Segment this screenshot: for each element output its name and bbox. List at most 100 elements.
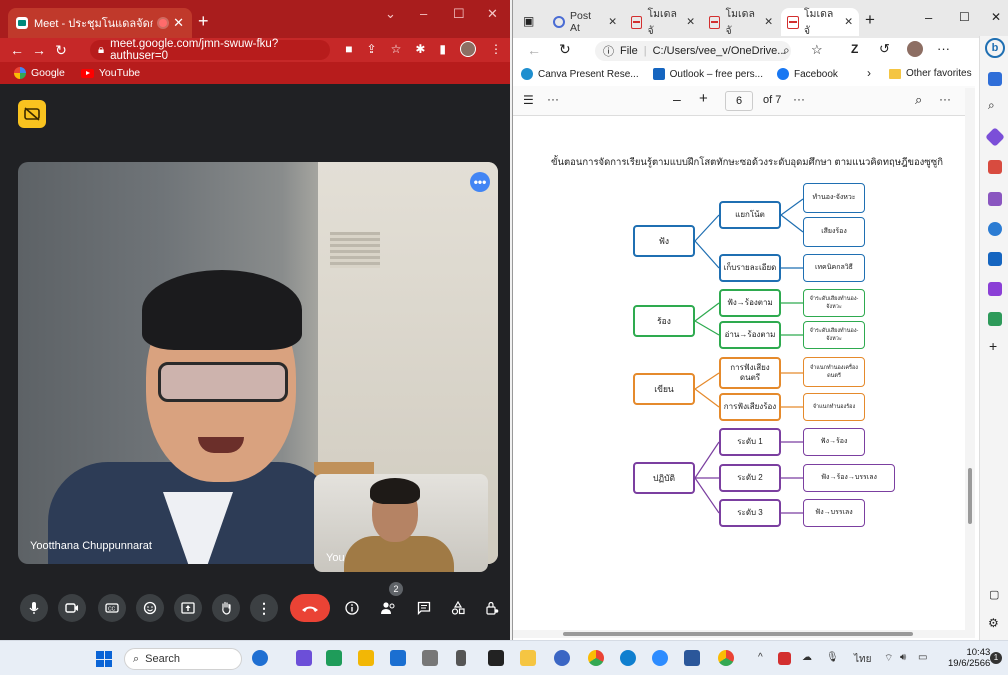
extensions-icon[interactable]: ✱ [415, 42, 425, 56]
tools-icon[interactable] [988, 312, 1002, 326]
maximize-button[interactable]: ☐ [959, 10, 970, 24]
bookmark-google[interactable]: Google [14, 67, 65, 79]
close-tab-icon[interactable]: ✕ [608, 16, 617, 28]
search-icon[interactable]: ⌕ [988, 98, 995, 113]
bookmark-youtube[interactable]: YouTube [80, 67, 140, 79]
favorite-outlook[interactable]: Outlook – free pers... [652, 68, 763, 80]
profile-avatar[interactable] [460, 41, 476, 57]
tab-search-icon[interactable]: ⌄ [385, 6, 396, 22]
self-view-video[interactable]: You [314, 474, 488, 572]
office-icon[interactable] [988, 222, 1002, 236]
system-clock[interactable]: 10:43 19/6/2566 [948, 647, 990, 669]
present-button[interactable] [174, 594, 202, 622]
tab-pdf-2[interactable]: โมเดลจั ✕ [703, 8, 779, 37]
maximize-button[interactable]: ☐ [453, 6, 465, 22]
camera-button[interactable] [58, 594, 86, 622]
zoom-icon[interactable]: ⌕ [783, 43, 790, 58]
activities-button[interactable] [446, 598, 470, 618]
sidebar-settings-icon[interactable]: ⚙ [988, 616, 999, 630]
zoom-in-button[interactable]: + [699, 90, 708, 107]
people-button[interactable] [376, 598, 400, 618]
taskbar-search[interactable]: ⌕ Search [124, 648, 242, 670]
refresh-extension-icon[interactable]: ↺ [879, 41, 890, 57]
page-number-input[interactable]: 6 [725, 91, 753, 111]
widgets-app-icon[interactable] [358, 650, 374, 666]
bing-app-icon[interactable] [252, 650, 268, 666]
share-icon[interactable]: ⇪ [367, 42, 377, 56]
pdf-settings-icon[interactable]: ··· [939, 92, 951, 106]
file-explorer-icon[interactable] [520, 650, 536, 666]
meeting-info-button[interactable] [340, 598, 364, 618]
person-icon[interactable] [988, 192, 1002, 206]
chrome-app-icon[interactable] [588, 650, 604, 666]
tab-pdf-1[interactable]: โมเดลจั ✕ [625, 8, 701, 37]
chrome-profile-app-icon[interactable] [718, 650, 734, 666]
back-icon[interactable]: ← [527, 42, 541, 58]
add-sidebar-icon[interactable]: + [989, 338, 997, 354]
chrome-menu-icon[interactable]: ⋮ [490, 42, 502, 56]
battery-icon[interactable]: ▭ [918, 652, 927, 663]
close-window-button[interactable]: ✕ [991, 10, 1001, 24]
close-tab-icon[interactable]: ✕ [686, 16, 695, 28]
edge-app-icon[interactable] [620, 650, 636, 666]
meet-app-icon[interactable] [326, 650, 342, 666]
pdf-more-icon[interactable]: ··· [547, 92, 559, 106]
vertical-scrollbar[interactable] [965, 88, 975, 630]
more-actions-button[interactable]: ⋮ [250, 594, 278, 622]
bookmark-star-icon[interactable]: ☆ [391, 42, 402, 56]
teams-app-icon[interactable] [296, 650, 312, 666]
contents-icon[interactable]: ☰ [523, 93, 534, 107]
tray-sync-icon[interactable]: ☁ [802, 652, 812, 663]
zoom-app-icon[interactable] [652, 650, 668, 666]
profile-letter[interactable]: Z [851, 42, 858, 56]
tray-overflow-icon[interactable]: ^ [758, 652, 763, 663]
close-tab-icon[interactable]: ✕ [844, 16, 853, 28]
minimize-button[interactable]: – [420, 6, 427, 21]
outlook-sidebar-icon[interactable] [988, 252, 1002, 266]
captions-off-badge[interactable] [18, 100, 46, 128]
address-bar[interactable]: ⓘ File | C:/Users/vee_v/OneDrive... [595, 41, 791, 61]
side-panel-icon[interactable]: ▮ [439, 42, 446, 56]
tab-post-at[interactable]: Post At ✕ [547, 8, 623, 36]
captions-button[interactable]: CC [98, 594, 126, 622]
favorite-canva[interactable]: Canva Present Rese... [521, 68, 639, 80]
close-tab-icon[interactable]: ✕ [764, 16, 773, 28]
new-tab-button[interactable]: + [198, 12, 209, 30]
chat-button[interactable] [412, 598, 436, 618]
language-indicator[interactable]: ไทย [854, 652, 871, 667]
start-button[interactable] [96, 651, 112, 667]
view-more-icon[interactable]: ··· [793, 92, 805, 106]
usb-app-icon[interactable] [456, 650, 466, 666]
volume-icon[interactable]: 🔊︎ [900, 652, 906, 663]
microphone-button[interactable] [20, 594, 48, 622]
close-window-button[interactable]: ✕ [487, 6, 498, 22]
other-favorites-folder[interactable]: Other favorites [889, 68, 972, 79]
mail-app-icon[interactable] [390, 650, 406, 666]
new-tab-button[interactable]: + [865, 10, 875, 30]
notes-app-icon[interactable] [488, 650, 504, 666]
tab-meet[interactable]: Meet - ประชุมโนแดลจัดการเรียน ✕ [8, 8, 192, 38]
more-options-icon[interactable]: ••• [470, 172, 490, 192]
scroll-thumb[interactable] [563, 632, 913, 636]
tab-actions-icon[interactable]: ▣ [523, 14, 534, 28]
microphone-tray-icon[interactable]: 🎙︎ [826, 652, 839, 663]
favorite-star-icon[interactable]: ☆ [811, 42, 823, 58]
notification-icon[interactable]: 1 [990, 652, 1002, 664]
host-controls-button[interactable] [480, 598, 504, 618]
forward-icon[interactable]: → [28, 42, 50, 58]
pdf-search-icon[interactable]: ⌕ [915, 92, 922, 108]
tab-pdf-active[interactable]: โมเดลจั ✕ [781, 8, 859, 37]
shopping-icon[interactable] [988, 160, 1002, 174]
chevron-right-icon[interactable]: › [867, 66, 871, 80]
reload-icon[interactable]: ↻ [559, 41, 571, 58]
split-screen-icon[interactable]: ▢ [989, 588, 999, 601]
settings-more-icon[interactable]: ··· [937, 41, 950, 56]
tray-app-icon[interactable] [778, 652, 791, 665]
notifications-icon[interactable] [988, 72, 1002, 86]
scroll-thumb[interactable] [968, 468, 972, 524]
raise-hand-button[interactable] [212, 594, 240, 622]
back-icon[interactable]: ← [6, 42, 28, 58]
minimize-button[interactable]: – [925, 10, 932, 25]
close-tab-icon[interactable]: ✕ [173, 15, 184, 31]
copilot-icon[interactable]: b [985, 38, 1005, 58]
